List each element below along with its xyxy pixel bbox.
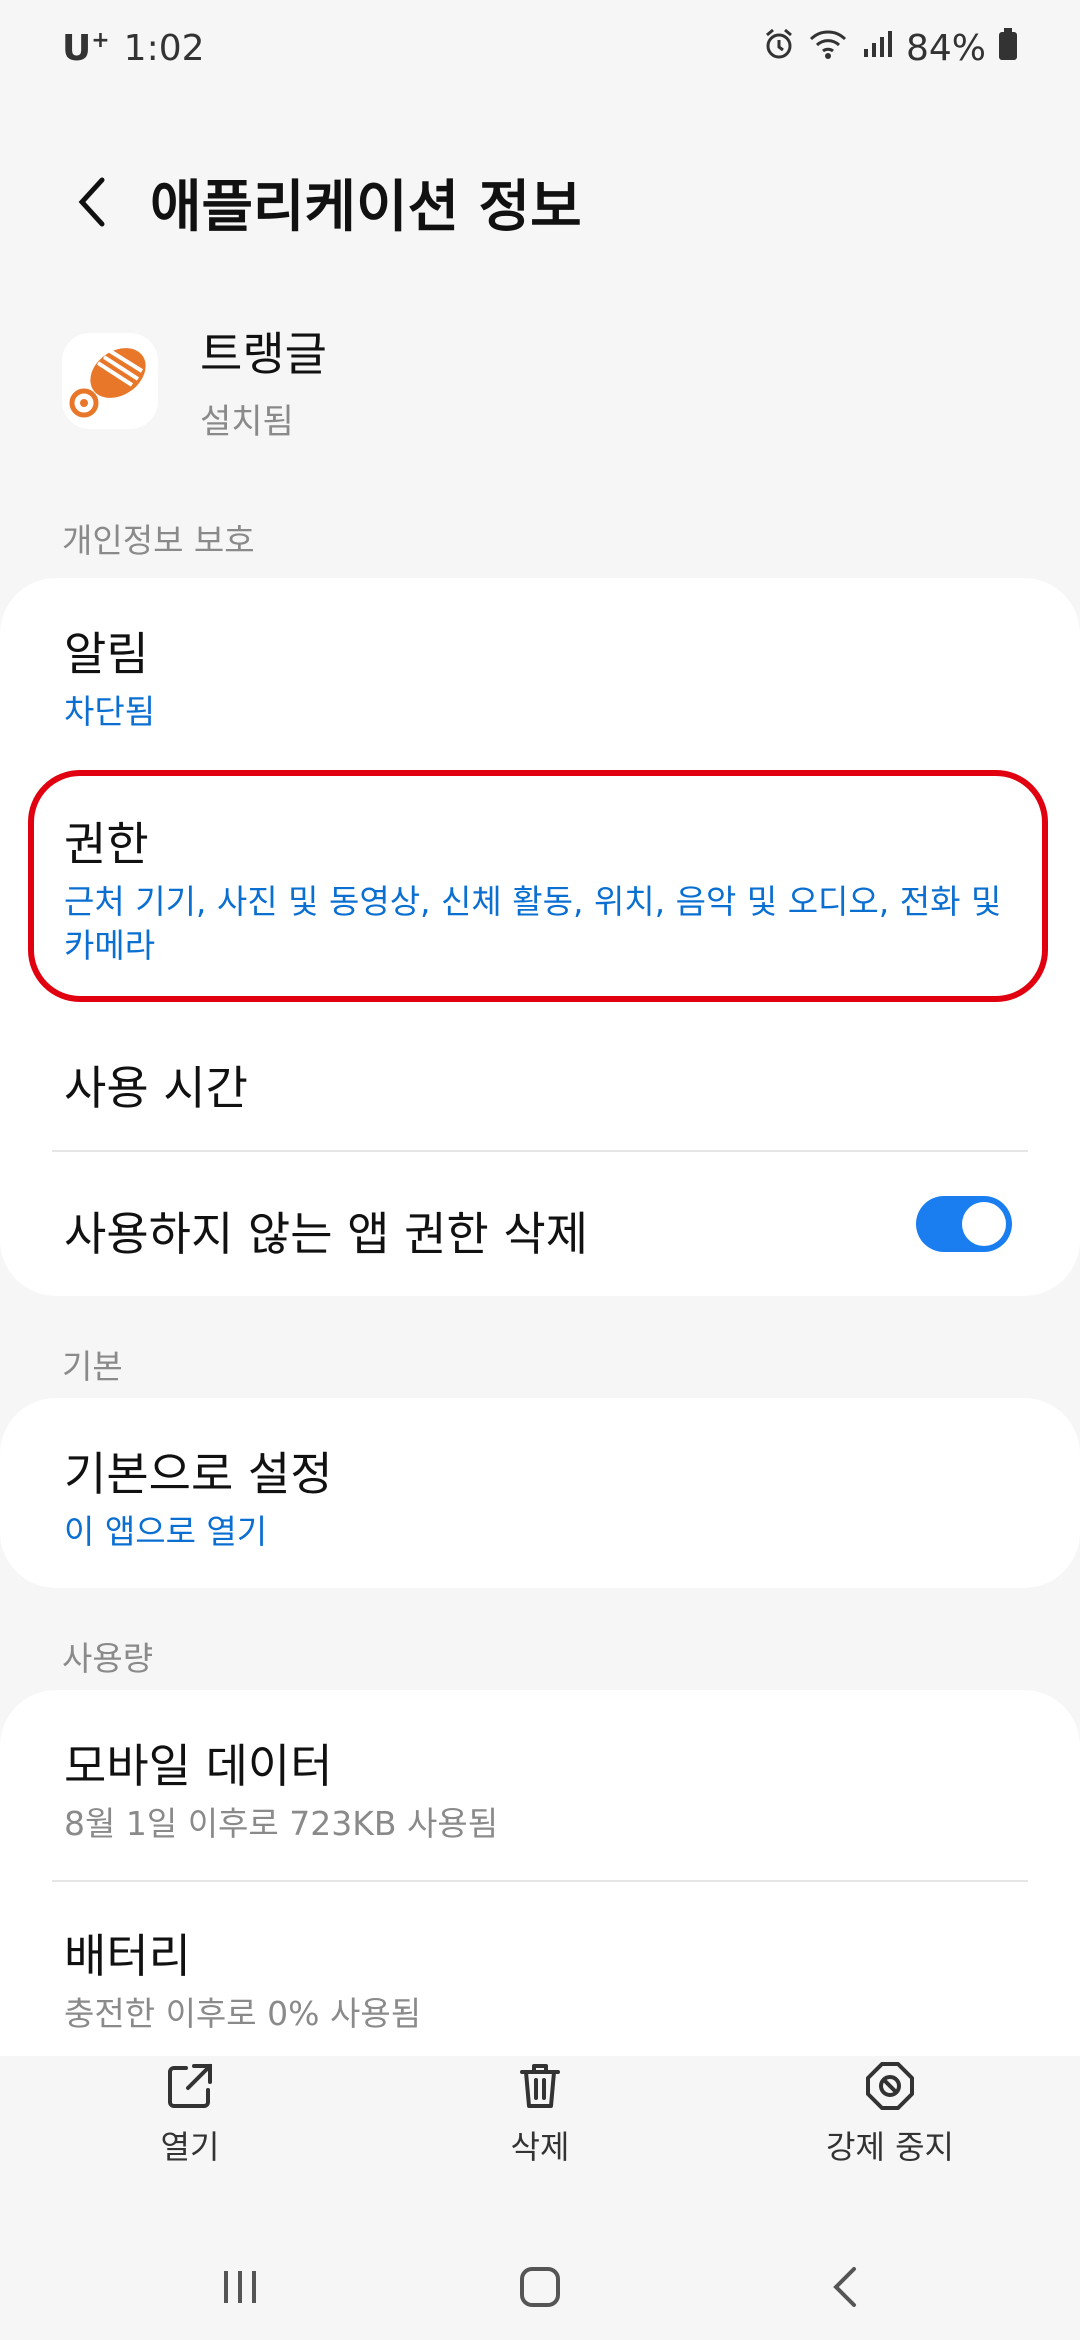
mobile-data-row[interactable]: 모바일 데이터 8월 1일 이후로 723KB 사용됨	[64, 1730, 1016, 1846]
remove-permissions-toggle[interactable]	[916, 1196, 1012, 1252]
battery-value: 충전한 이후로 0% 사용됨	[64, 1994, 422, 2033]
signal-icon	[860, 27, 894, 70]
app-status: 설치됨	[200, 402, 294, 442]
nav-back-button[interactable]	[806, 2252, 886, 2322]
set-default-value: 이 앱으로 열기	[64, 1512, 268, 1551]
uninstall-label: 삭제	[510, 2128, 570, 2166]
open-button[interactable]: 열기	[80, 2060, 300, 2168]
force-stop-label: 강제 중지	[826, 2128, 954, 2166]
app-icon	[62, 332, 158, 429]
screen-time-row[interactable]: 사용 시간	[64, 1052, 1016, 1118]
screen-time-title: 사용 시간	[64, 1061, 248, 1115]
wifi-icon	[808, 27, 848, 70]
battery-percent: 84%	[905, 27, 986, 69]
chevron-left-icon	[833, 2267, 856, 2307]
app-meta: 트랭글 설치됨	[200, 318, 327, 443]
app-bar: 애플리케이션 정보	[0, 140, 1080, 264]
home-button[interactable]	[500, 2252, 580, 2322]
alarm-icon	[762, 27, 796, 70]
divider	[52, 1880, 1028, 1882]
mobile-data-value: 8월 1일 이후로 723KB 사용됨	[64, 1804, 499, 1843]
app-name: 트랭글	[200, 327, 327, 381]
status-bar: U+ 1:02 84%	[0, 0, 1080, 96]
carrier-label: U+	[62, 27, 110, 69]
set-default-row[interactable]: 기본으로 설정 이 앱으로 열기	[64, 1438, 1016, 1554]
usage-card: 모바일 데이터 8월 1일 이후로 723KB 사용됨 배터리 충전한 이후로 …	[0, 1690, 1080, 2056]
stop-icon	[866, 2062, 914, 2110]
notifications-value: 차단됨	[64, 692, 156, 731]
open-label: 열기	[160, 2128, 220, 2166]
bottom-action-bar: 열기 삭제 강제 중지	[0, 2060, 1080, 2210]
chevron-left-icon	[78, 177, 105, 227]
recent-apps-button[interactable]	[200, 2252, 280, 2322]
section-label-default: 기본	[62, 1347, 123, 1386]
open-external-icon	[168, 2064, 212, 2108]
battery-row[interactable]: 배터리 충전한 이후로 0% 사용됨	[64, 1920, 1016, 2036]
mobile-data-title: 모바일 데이터	[64, 1739, 333, 1793]
default-card: 기본으로 설정 이 앱으로 열기	[0, 1398, 1080, 1588]
divider	[52, 1150, 1028, 1152]
notifications-row[interactable]: 알림 차단됨	[64, 618, 1016, 734]
trash-icon	[520, 2064, 560, 2108]
status-left: U+ 1:02	[62, 28, 205, 69]
battery-icon	[998, 27, 1018, 70]
permissions-highlight-outline	[28, 770, 1048, 1002]
remove-permissions-title: 사용하지 않는 앱 권한 삭제	[64, 1207, 589, 1261]
recent-apps-icon	[224, 2271, 256, 2303]
section-label-usage: 사용량	[62, 1639, 154, 1678]
force-stop-button[interactable]: 강제 중지	[780, 2060, 1000, 2168]
back-button[interactable]	[52, 162, 132, 242]
clock: 1:02	[123, 27, 205, 69]
notifications-title: 알림	[64, 627, 149, 681]
section-label-privacy: 개인정보 보호	[62, 521, 255, 560]
page-title: 애플리케이션 정보	[150, 174, 582, 240]
remove-permissions-row[interactable]: 사용하지 않는 앱 권한 삭제	[64, 1198, 1016, 1264]
set-default-title: 기본으로 설정	[64, 1447, 333, 1501]
status-right: 84%	[762, 27, 1018, 70]
navigation-bar	[0, 2230, 1080, 2340]
battery-title: 배터리	[64, 1929, 191, 1983]
uninstall-button[interactable]: 삭제	[430, 2060, 650, 2168]
toggle-knob	[962, 1202, 1006, 1246]
home-icon	[520, 2267, 560, 2307]
app-header: 트랭글 설치됨	[62, 318, 327, 443]
